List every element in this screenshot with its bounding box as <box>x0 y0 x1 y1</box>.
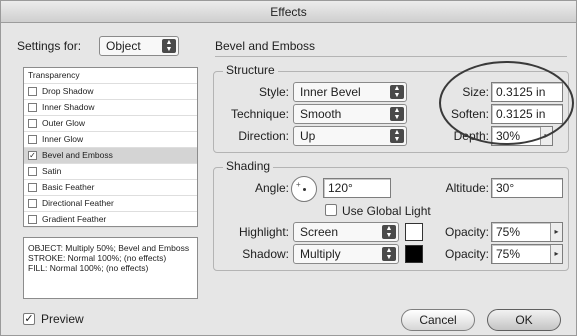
effect-checkbox-checked[interactable]: ✓ <box>28 151 37 160</box>
select-arrows-icon: ▲ ▼ <box>382 225 396 239</box>
shadow-mode-value: Multiply <box>300 247 341 261</box>
select-arrows-icon: ▲ ▼ <box>390 129 404 143</box>
effect-checkbox[interactable] <box>28 199 37 208</box>
list-item-label: Satin <box>42 166 62 176</box>
list-item-satin[interactable]: Satin <box>24 164 197 180</box>
shadow-opacity-label: Opacity: <box>444 247 489 261</box>
style-select[interactable]: Inner Bevel ▲ ▼ <box>293 82 407 102</box>
list-item-transparency[interactable]: Transparency <box>24 68 197 84</box>
shading-title: Shading <box>223 159 274 173</box>
divider <box>215 56 567 57</box>
highlight-opacity-value: 75% <box>496 225 521 239</box>
list-item-inner-glow[interactable]: Inner Glow <box>24 132 197 148</box>
panel-title: Bevel and Emboss <box>215 39 316 53</box>
list-item-basic-feather[interactable]: Basic Feather <box>24 180 197 196</box>
direction-value: Up <box>300 129 316 143</box>
highlight-opacity-label: Opacity: <box>444 225 489 239</box>
shadow-opacity-field[interactable]: 75% ▸ <box>491 244 563 264</box>
list-item-gradient-feather[interactable]: Gradient Feather <box>24 212 197 228</box>
direction-select[interactable]: Up ▲ ▼ <box>293 126 407 146</box>
effect-checkbox[interactable] <box>28 183 37 192</box>
highlight-ellipse <box>439 61 574 145</box>
style-value: Inner Bevel <box>300 85 361 99</box>
highlight-label: Highlight: <box>238 225 289 239</box>
effect-checkbox[interactable] <box>28 135 37 144</box>
effect-checkbox[interactable] <box>28 119 37 128</box>
effect-checkbox[interactable] <box>28 103 37 112</box>
opacity-dropdown-icon[interactable]: ▸ <box>550 245 562 263</box>
highlight-mode-select[interactable]: Screen ▲ ▼ <box>293 222 399 242</box>
summary-line: STROKE: Normal 100%; (no effects) <box>28 253 167 263</box>
angle-dial-icon[interactable]: + <box>291 176 317 202</box>
shadow-mode-select[interactable]: Multiply ▲ ▼ <box>293 244 399 264</box>
technique-label: Technique: <box>230 107 289 121</box>
list-item-label: Directional Feather <box>42 198 114 208</box>
structure-title: Structure <box>223 63 278 77</box>
list-item-drop-shadow[interactable]: Drop Shadow <box>24 84 197 100</box>
effect-checkbox[interactable] <box>28 87 37 96</box>
altitude-label: Altitude: <box>445 181 489 195</box>
shadow-color-swatch[interactable] <box>405 245 423 263</box>
highlight-opacity-field[interactable]: 75% ▸ <box>491 222 563 242</box>
effects-list: Transparency Drop Shadow Inner Shadow Ou… <box>23 67 198 228</box>
use-global-light-label: Use Global Light <box>342 204 431 218</box>
effect-checkbox[interactable] <box>28 167 37 176</box>
settings-for-select[interactable]: Object ▲ ▼ <box>99 36 179 56</box>
preview-label: Preview <box>41 312 84 326</box>
crosshair-icon: + <box>296 180 301 189</box>
opacity-dropdown-icon[interactable]: ▸ <box>550 223 562 241</box>
ok-button[interactable]: OK <box>487 309 561 331</box>
dialog-title: Effects <box>1 1 576 23</box>
list-item-label: Basic Feather <box>42 182 95 192</box>
list-item-label: Drop Shadow <box>42 86 94 96</box>
list-item-inner-shadow[interactable]: Inner Shadow <box>24 100 197 116</box>
select-arrows-icon: ▲ ▼ <box>390 85 404 99</box>
effects-dialog: Effects Settings for: Object ▲ ▼ Transpar… <box>0 0 577 336</box>
angle-dot-icon <box>303 188 306 191</box>
list-item-label: Bevel and Emboss <box>42 150 113 160</box>
altitude-field[interactable]: 30° <box>491 178 563 198</box>
summary-line: OBJECT: Multiply 50%; Bevel and Emboss <box>28 243 190 253</box>
preview-checkbox[interactable]: ✓ <box>23 313 35 325</box>
list-item-label: Inner Glow <box>42 134 84 144</box>
angle-label: Angle: <box>254 181 289 195</box>
summary-line: FILL: Normal 100%; (no effects) <box>28 263 149 273</box>
highlight-mode-value: Screen <box>300 225 339 239</box>
list-item-directional-feather[interactable]: Directional Feather <box>24 196 197 212</box>
effect-checkbox[interactable] <box>28 215 37 224</box>
select-arrows-icon: ▲ ▼ <box>162 39 176 53</box>
select-arrows-icon: ▲ ▼ <box>382 247 396 261</box>
settings-for-label: Settings for: <box>17 39 82 53</box>
list-item-label: Outer Glow <box>42 118 85 128</box>
list-item-label: Inner Shadow <box>42 102 95 112</box>
highlight-color-swatch[interactable] <box>405 223 423 241</box>
select-arrows-icon: ▲ ▼ <box>390 107 404 121</box>
cancel-button[interactable]: Cancel <box>401 309 475 331</box>
technique-select[interactable]: Smooth ▲ ▼ <box>293 104 407 124</box>
list-item-bevel-and-emboss[interactable]: ✓ Bevel and Emboss <box>24 148 197 164</box>
effects-summary: OBJECT: Multiply 50%; Bevel and Emboss S… <box>23 237 198 299</box>
shadow-label: Shadow: <box>242 247 289 261</box>
settings-for-value: Object <box>106 39 141 53</box>
direction-label: Direction: <box>238 129 289 143</box>
technique-value: Smooth <box>300 107 342 121</box>
list-item-label: Transparency <box>28 70 80 80</box>
angle-field[interactable]: 120° <box>323 178 391 198</box>
list-item-outer-glow[interactable]: Outer Glow <box>24 116 197 132</box>
use-global-light-checkbox[interactable] <box>325 204 337 216</box>
shadow-opacity-value: 75% <box>496 247 521 261</box>
style-label: Style: <box>258 85 289 99</box>
list-item-label: Gradient Feather <box>42 214 107 224</box>
